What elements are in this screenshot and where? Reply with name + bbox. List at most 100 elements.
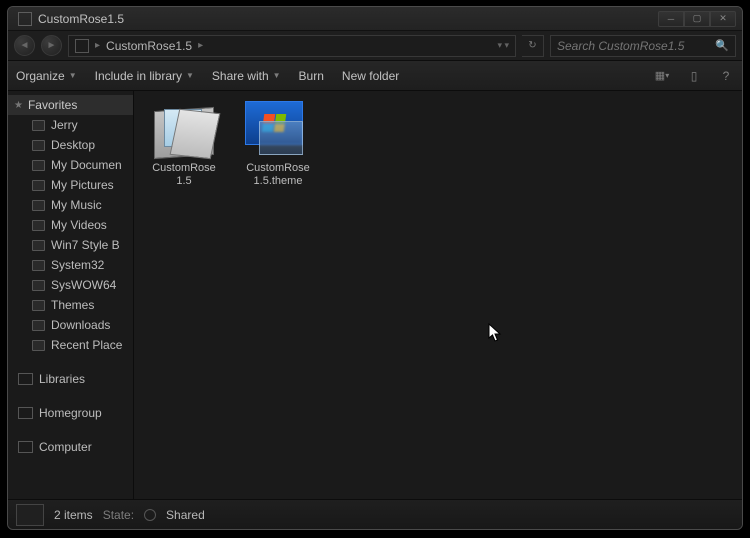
search-input[interactable]: [557, 39, 711, 53]
sidebar-item-label: Recent Place: [51, 338, 122, 352]
include-in-library-button[interactable]: Include in library ▼: [95, 69, 194, 83]
shared-icon: [144, 509, 156, 521]
sidebar-section-computer[interactable]: Computer: [8, 437, 133, 457]
folder-icon: [154, 101, 214, 157]
refresh-button[interactable]: ↻: [522, 35, 544, 57]
sidebar-item-label: Win7 Style B: [51, 238, 120, 252]
organize-button[interactable]: Organize ▼: [16, 69, 77, 83]
file-item-folder[interactable]: CustomRose 1.5: [144, 101, 224, 188]
section-label: Homegroup: [39, 406, 102, 420]
theme-file-icon: [245, 101, 311, 157]
preview-pane-button[interactable]: ▯: [686, 68, 702, 84]
chevron-down-icon[interactable]: ▾ ▾: [497, 40, 515, 51]
view-options-button[interactable]: ▦▾: [654, 68, 670, 84]
sidebar-item-label: My Documen: [51, 158, 122, 172]
status-thumbnail-icon: [16, 504, 44, 526]
content-pane[interactable]: CustomRose 1.5 CustomRose 1.5.theme: [134, 91, 742, 499]
file-item-theme[interactable]: CustomRose 1.5.theme: [238, 101, 318, 188]
chevron-down-icon: ▼: [273, 71, 281, 80]
burn-label: Burn: [299, 69, 324, 83]
computer-icon: [18, 441, 33, 453]
share-label: Share with: [212, 69, 269, 83]
toolbar: Organize ▼ Include in library ▼ Share wi…: [8, 61, 742, 91]
minimize-button[interactable]: ─: [658, 11, 684, 27]
burn-button[interactable]: Burn: [299, 69, 324, 83]
chevron-down-icon: ▼: [69, 71, 77, 80]
maximize-button[interactable]: ▢: [684, 11, 710, 27]
file-label: CustomRose 1.5.theme: [246, 162, 310, 188]
folder-icon: [32, 180, 45, 191]
folder-icon: [32, 200, 45, 211]
item-count: 2 items: [54, 508, 93, 522]
sidebar-item-desktop[interactable]: Desktop: [8, 135, 133, 155]
chevron-down-icon: ▾: [665, 71, 669, 80]
libraries-icon: [18, 373, 33, 385]
section-label: Libraries: [39, 372, 85, 386]
chevron-down-icon: ▼: [186, 71, 194, 80]
help-button[interactable]: ?: [718, 68, 734, 84]
desktop-icon: [32, 140, 45, 151]
sidebar: ★ Favorites Jerry Desktop My Documen My …: [8, 91, 134, 499]
forward-button[interactable]: ►: [41, 35, 62, 56]
folder-icon: [32, 260, 45, 271]
sidebar-item-recent[interactable]: Recent Place: [8, 335, 133, 355]
close-button[interactable]: ✕: [710, 11, 736, 27]
star-icon: ★: [14, 100, 23, 111]
sidebar-item-system32[interactable]: System32: [8, 255, 133, 275]
search-box[interactable]: 🔍: [550, 35, 736, 57]
favorites-header[interactable]: ★ Favorites: [8, 95, 133, 115]
section-label: Computer: [39, 440, 92, 454]
window-icon: [18, 12, 32, 26]
sidebar-item-jerry[interactable]: Jerry: [8, 115, 133, 135]
folder-icon: [32, 240, 45, 251]
sidebar-item-downloads[interactable]: Downloads: [8, 315, 133, 335]
sidebar-item-music[interactable]: My Music: [8, 195, 133, 215]
file-label: CustomRose 1.5: [152, 162, 216, 188]
sidebar-item-label: Jerry: [51, 118, 78, 132]
sidebar-item-label: My Music: [51, 198, 102, 212]
sidebar-item-documents[interactable]: My Documen: [8, 155, 133, 175]
sidebar-item-label: System32: [51, 258, 104, 272]
sidebar-item-label: My Videos: [51, 218, 107, 232]
explorer-window: CustomRose1.5 ─ ▢ ✕ ◄ ► ▸ CustomRose1.5 …: [7, 6, 743, 530]
sidebar-item-label: Desktop: [51, 138, 95, 152]
folder-icon: [32, 280, 45, 291]
title-bar: CustomRose1.5 ─ ▢ ✕: [8, 7, 742, 31]
folder-icon: [32, 160, 45, 171]
sidebar-item-label: Downloads: [51, 318, 110, 332]
share-with-button[interactable]: Share with ▼: [212, 69, 281, 83]
breadcrumb-current[interactable]: CustomRose1.5: [106, 39, 192, 53]
search-icon: 🔍: [715, 39, 729, 52]
sidebar-section-libraries[interactable]: Libraries: [8, 369, 133, 389]
sidebar-item-label: SysWOW64: [51, 278, 116, 292]
new-folder-label: New folder: [342, 69, 399, 83]
folder-icon: [32, 120, 45, 131]
sidebar-item-label: Themes: [51, 298, 94, 312]
sidebar-item-syswow64[interactable]: SysWOW64: [8, 275, 133, 295]
homegroup-icon: [18, 407, 33, 419]
window-controls: ─ ▢ ✕: [658, 11, 736, 27]
back-button[interactable]: ◄: [14, 35, 35, 56]
location-icon: [75, 39, 89, 53]
window-title: CustomRose1.5: [38, 12, 124, 26]
body: ★ Favorites Jerry Desktop My Documen My …: [8, 91, 742, 499]
sidebar-section-homegroup[interactable]: Homegroup: [8, 403, 133, 423]
sidebar-item-pictures[interactable]: My Pictures: [8, 175, 133, 195]
folder-icon: [32, 320, 45, 331]
new-folder-button[interactable]: New folder: [342, 69, 399, 83]
include-label: Include in library: [95, 69, 182, 83]
chevron-right-icon: ▸: [95, 40, 100, 51]
favorites-header-label: Favorites: [28, 98, 77, 112]
sidebar-item-label: My Pictures: [51, 178, 114, 192]
breadcrumb[interactable]: ▸ CustomRose1.5 ▸ ▾ ▾: [68, 35, 516, 57]
sidebar-item-themes[interactable]: Themes: [8, 295, 133, 315]
status-bar: 2 items State: Shared: [8, 499, 742, 529]
nav-bar: ◄ ► ▸ CustomRose1.5 ▸ ▾ ▾ ↻ 🔍: [8, 31, 742, 61]
folder-icon: [32, 300, 45, 311]
sidebar-item-videos[interactable]: My Videos: [8, 215, 133, 235]
chevron-right-icon: ▸: [198, 40, 203, 51]
organize-label: Organize: [16, 69, 65, 83]
state-label: State:: [103, 508, 134, 522]
sidebar-item-win7style[interactable]: Win7 Style B: [8, 235, 133, 255]
folder-icon: [32, 220, 45, 231]
